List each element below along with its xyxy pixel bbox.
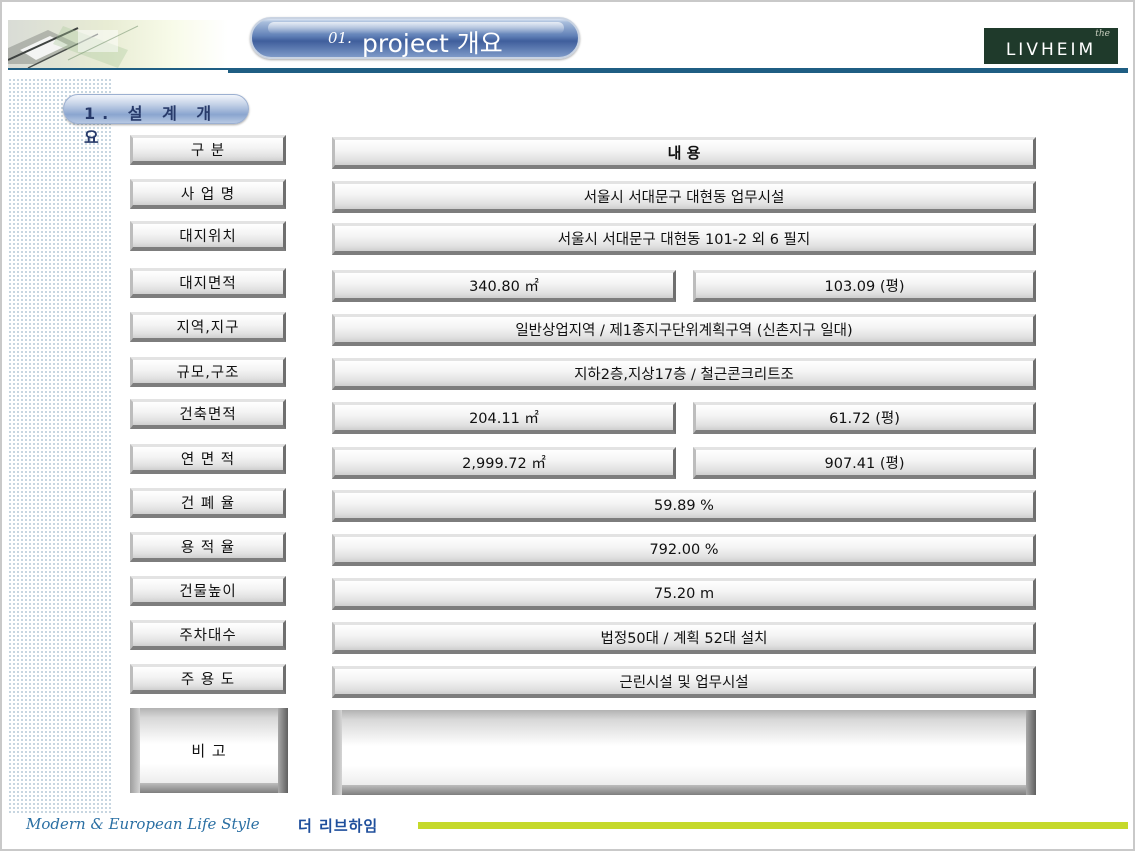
row-value-site-area-pyeong: 103.09 (평) — [693, 270, 1036, 302]
page-title: project 개요 — [362, 29, 503, 58]
architecture-image-icon — [8, 25, 139, 69]
row-value-zoning: 일반상업지역 / 제1종지구단위계획구역 (신촌지구 일대) — [332, 314, 1036, 346]
footer-accent-bar — [418, 822, 1128, 829]
logo-the: the — [1095, 29, 1110, 39]
row-label-total-floor-area: 연 면 적 — [130, 444, 286, 474]
table-header-label: 구 분 — [130, 135, 286, 165]
page-title-banner: 01. project 개요 — [250, 17, 580, 59]
row-value-site-area-m2: 340.80 ㎡ — [332, 270, 676, 302]
section-title-banner: 1. 설 계 개 요 — [63, 94, 249, 147]
remarks-value — [342, 720, 1026, 785]
page-title-number: 01. — [328, 29, 352, 47]
row-label-scale-structure: 규모,구조 — [130, 357, 286, 387]
row-value-building-coverage: 59.89 % — [332, 490, 1036, 522]
row-value-building-area-m2: 204.11 ㎡ — [332, 402, 676, 434]
header-photo — [8, 20, 228, 70]
row-value-building-height: 75.20 m — [332, 578, 1036, 610]
livheim-logo: the LIVHEIM — [984, 28, 1118, 64]
row-label-site-area: 대지면적 — [130, 268, 286, 298]
row-label-zoning: 지역,지구 — [130, 312, 286, 342]
logo-text: LIVHEIM — [1005, 40, 1097, 60]
remarks-label-box: 비 고 — [130, 708, 288, 793]
row-value-building-area-pyeong: 61.72 (평) — [693, 402, 1036, 434]
table-header-value: 내 용 — [332, 137, 1036, 169]
row-label-building-area: 건축면적 — [130, 399, 286, 429]
row-value-project-name: 서울시 서대문구 대현동 업무시설 — [332, 181, 1036, 213]
row-label-building-height: 건물높이 — [130, 576, 286, 606]
row-value-main-use: 근린시설 및 업무시설 — [332, 666, 1036, 698]
row-label-parking: 주차대수 — [130, 620, 286, 650]
row-value-site-location: 서울시 서대문구 대현동 101-2 외 6 필지 — [332, 223, 1036, 255]
row-value-parking: 법정50대 / 계획 52대 설치 — [332, 622, 1036, 654]
row-label-building-coverage: 건 폐 율 — [130, 488, 286, 518]
remarks-label: 비 고 — [140, 718, 278, 783]
row-value-total-floor-area-pyeong: 907.41 (평) — [693, 447, 1036, 479]
row-value-scale-structure: 지하2층,지상17층 / 철근콘크리트조 — [332, 358, 1036, 390]
remarks-value-box — [332, 710, 1036, 795]
row-label-main-use: 주 용 도 — [130, 664, 286, 694]
footer-brand: 더 리브하임 — [298, 817, 379, 835]
row-value-floor-area-ratio: 792.00 % — [332, 534, 1036, 566]
row-label-project-name: 사 업 명 — [130, 179, 286, 209]
row-value-total-floor-area-m2: 2,999.72 ㎡ — [332, 447, 676, 479]
row-label-site-location: 대지위치 — [130, 221, 286, 251]
footer-tagline: Modern & European Life Style — [26, 815, 260, 833]
row-label-floor-area-ratio: 용 적 율 — [130, 532, 286, 562]
dotted-side-pattern — [8, 78, 112, 813]
header-rule-gap — [8, 70, 228, 73]
